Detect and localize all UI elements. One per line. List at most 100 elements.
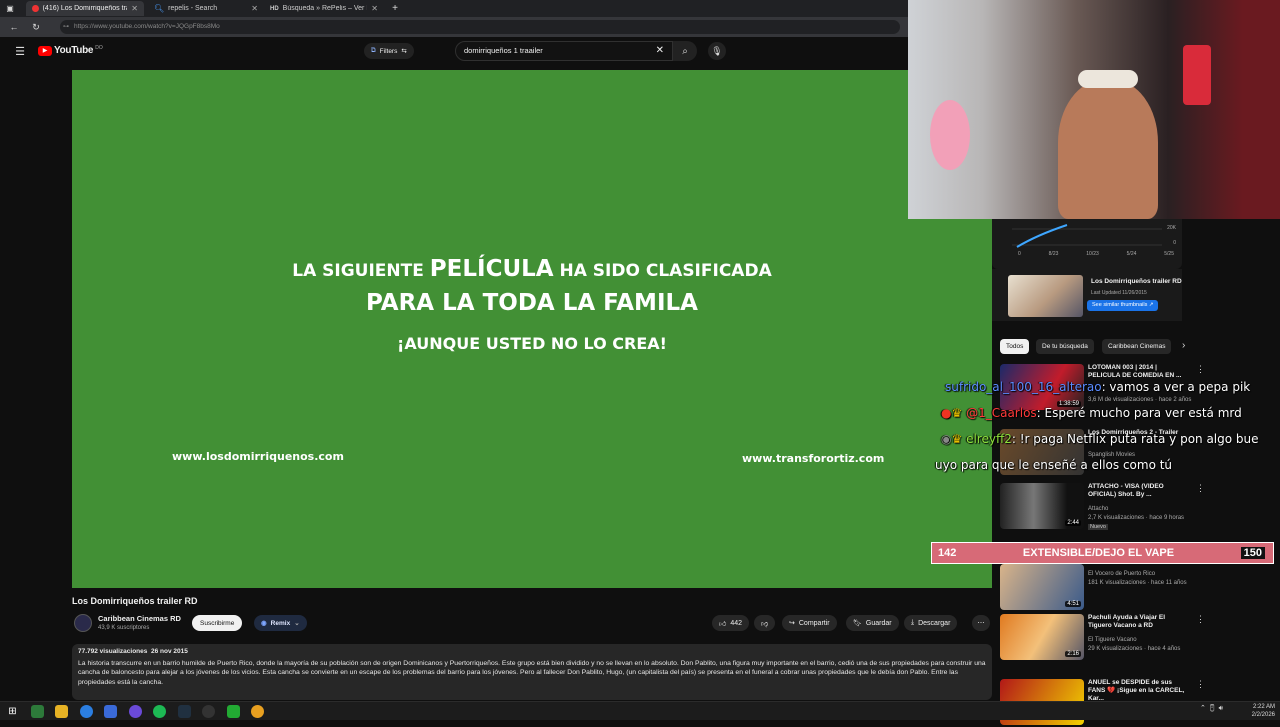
download-icon: ⤓ — [911, 619, 915, 626]
youtube-header: ☰ ▶ YouTube DO ⧉ Filters ⇆ domirriqueños… — [0, 37, 1000, 65]
channel-name[interactable]: Caribbean Cinemas RD — [98, 614, 181, 623]
chrome-icon[interactable] — [251, 705, 264, 718]
filters-button[interactable]: ⧉ Filters ⇆ — [364, 43, 414, 59]
description-box[interactable]: 77.792 visualizaciones 26 nov 2015 La hi… — [72, 644, 992, 700]
y-tick-label: 0 — [1173, 240, 1176, 246]
close-tab-icon[interactable]: ✕ — [251, 4, 258, 13]
badge-icon: ◉ — [941, 432, 952, 446]
description-text: La historia transcurre en un barrio humi… — [78, 659, 986, 686]
red-jersey — [1183, 45, 1211, 105]
chip-all[interactable]: Todos — [1000, 339, 1030, 354]
youtube-logo[interactable]: ▶ YouTube DO — [38, 45, 103, 56]
stats-widget: 20K 0 0 8/23 10/23 5/24 5/25 — [992, 219, 1182, 269]
duration-badge: 2:16 — [1065, 651, 1081, 657]
search-input[interactable]: domirriqueños 1 traailer ✕ — [455, 41, 673, 61]
youtube-favicon-icon — [32, 5, 39, 12]
checker-video-title: Los Domirriqueños trailer RD — [1091, 278, 1182, 285]
channel-name: El Tiguere Vacano — [1088, 637, 1137, 643]
close-tab-icon[interactable]: ✕ — [371, 4, 378, 13]
last-updated: Last Updated 11/26/2015 — [1091, 290, 1147, 296]
new-tab-icon[interactable]: + — [389, 2, 401, 14]
share-button[interactable]: ↪ Compartir — [782, 615, 837, 631]
bookmark-icon: 🔖︎ — [853, 620, 862, 627]
chat-username: elreyff2 — [966, 432, 1012, 446]
dislike-button[interactable]: 👎︎ — [754, 615, 776, 631]
spotify-icon[interactable] — [153, 705, 166, 718]
like-button[interactable]: 👍︎ 442 — [712, 615, 750, 631]
more-vertical-icon[interactable]: ⋮ — [1196, 483, 1205, 494]
clear-search-icon[interactable]: ✕ — [656, 42, 664, 60]
close-tab-icon[interactable]: ✕ — [131, 4, 138, 13]
app-icon[interactable] — [129, 705, 142, 718]
save-button[interactable]: 🔖︎ Guardar — [846, 615, 899, 631]
remix-button[interactable]: ◉ Remix ⌄ — [254, 615, 307, 631]
download-label: Descargar — [918, 619, 951, 627]
chip-caribbean-cinemas[interactable]: Caribbean Cinemas — [1102, 339, 1172, 354]
view-count: 77.792 visualizaciones — [78, 648, 148, 655]
chip-label: Todos — [1006, 343, 1024, 350]
chat-message: : vamos a ver a pepa pik — [1101, 380, 1251, 394]
video-meta: 181 K visualizaciones · hace 11 años — [1088, 580, 1187, 586]
x-tick-label: 5/24 — [1126, 251, 1137, 257]
duration-badge: 2:44 — [1065, 520, 1081, 526]
more-actions-button[interactable]: ⋯ — [972, 615, 990, 631]
video-player[interactable]: LA SIGUIENTE PELÍCULA HA SIDO CLASIFICAD… — [72, 70, 992, 588]
recommendation-item[interactable]: 2:44 ATTACHO - VISA (VIDEO OFICIAL) Shot… — [1000, 483, 1205, 531]
browser-icon[interactable] — [80, 705, 93, 718]
similar-thumbnails-button[interactable]: See similar thumbnails ↗ — [1087, 300, 1159, 311]
app-icon[interactable] — [104, 705, 117, 718]
tab-repelis-busqueda[interactable]: HD Búsqueda » RePelis – Ver Película ✕ — [264, 1, 384, 16]
like-count: 442 — [730, 619, 743, 627]
youtube-wordmark: YouTube — [54, 45, 94, 56]
chat-message: : Esperé mucho para ver está mrd — [1036, 406, 1242, 420]
app-icon[interactable] — [178, 705, 191, 718]
download-button[interactable]: ⤓ Descargar — [904, 615, 958, 631]
chat-line: ◉♛ elreyff2: !r paga Netflix puta rata y… — [935, 432, 1259, 446]
obs-icon[interactable] — [202, 705, 215, 718]
player-line-1b: PELÍCULA — [429, 256, 554, 282]
more-vertical-icon[interactable]: ⋮ — [1196, 364, 1205, 375]
clock-date: 2/2/2026 — [1251, 712, 1275, 718]
tab-actions-icon[interactable]: ▣ — [5, 3, 15, 13]
more-vertical-icon[interactable]: ⋮ — [1196, 679, 1205, 690]
upload-date: 26 nov 2015 — [151, 648, 188, 655]
save-label: Guardar — [865, 619, 892, 627]
subscribe-button[interactable]: Suscribirme — [192, 615, 243, 631]
recommendation-item[interactable]: 4:51 El Vocero de Puerto Rico 181 K visu… — [1000, 564, 1200, 612]
video-title: ATTACHO - VISA (VIDEO OFICIAL) Shot. By … — [1088, 483, 1164, 498]
channel-avatar[interactable] — [74, 614, 92, 632]
reload-icon[interactable]: ↻ — [30, 21, 42, 33]
chat-username: @1_Caarlos — [966, 406, 1037, 420]
chip-label: De tu búsqueda — [1042, 343, 1088, 350]
search-button[interactable]: ⌕ — [673, 41, 697, 61]
chevron-down-icon: ⌄ — [294, 620, 300, 627]
x-tick-label: 8/23 — [1048, 251, 1059, 257]
youtube-play-icon: ▶ — [38, 45, 52, 56]
player-line-1a: LA SIGUIENTE — [292, 261, 424, 281]
more-vertical-icon[interactable]: ⋮ — [1196, 614, 1205, 625]
video-thumbnail: 4:51 — [1000, 564, 1084, 610]
video-thumbnail: 2:44 — [1000, 483, 1084, 529]
menu-icon[interactable]: ☰ — [13, 44, 27, 58]
file-explorer-icon[interactable] — [55, 705, 68, 718]
address-bar[interactable]: ⊶ https://www.youtube.com/watch?v=JQGpF8… — [60, 20, 900, 34]
streamer-figure — [1058, 80, 1158, 219]
back-icon[interactable]: ← — [8, 21, 20, 33]
app-icon[interactable] — [227, 705, 240, 718]
video-title: Pachuli Ayuda a Viajar El Tiguero Vacano… — [1088, 614, 1166, 629]
tray-icons[interactable]: ⌃ 🔋︎ 🔊︎ — [1200, 704, 1223, 713]
chip-from-search[interactable]: De tu búsqueda — [1036, 339, 1094, 354]
tab-repelis-search[interactable]: 🔍︎ repelis - Search ✕ — [148, 1, 264, 16]
recommendation-item[interactable]: 2:16 Pachuli Ayuda a Viajar El Tiguero V… — [1000, 614, 1205, 662]
site-info-icon[interactable]: ⊶ — [63, 20, 69, 34]
region-code: DO — [95, 44, 103, 51]
voice-search-button[interactable]: 🎙︎ — [708, 42, 726, 60]
clock-time: 2:22 AM — [1252, 704, 1275, 710]
chevron-right-icon[interactable]: › — [1182, 340, 1185, 351]
tab-youtube[interactable]: (416) Los Domirriqueños trailer R ✕ — [26, 1, 144, 16]
similar-thumbnails-label: See similar thumbnails — [1092, 302, 1148, 308]
start-icon[interactable]: ⊞ — [6, 705, 19, 718]
app-icon[interactable] — [31, 705, 44, 718]
y-tick-label: 20K — [1167, 225, 1176, 231]
clock[interactable]: 2:22 AM 2/2/2026 — [1243, 703, 1275, 719]
